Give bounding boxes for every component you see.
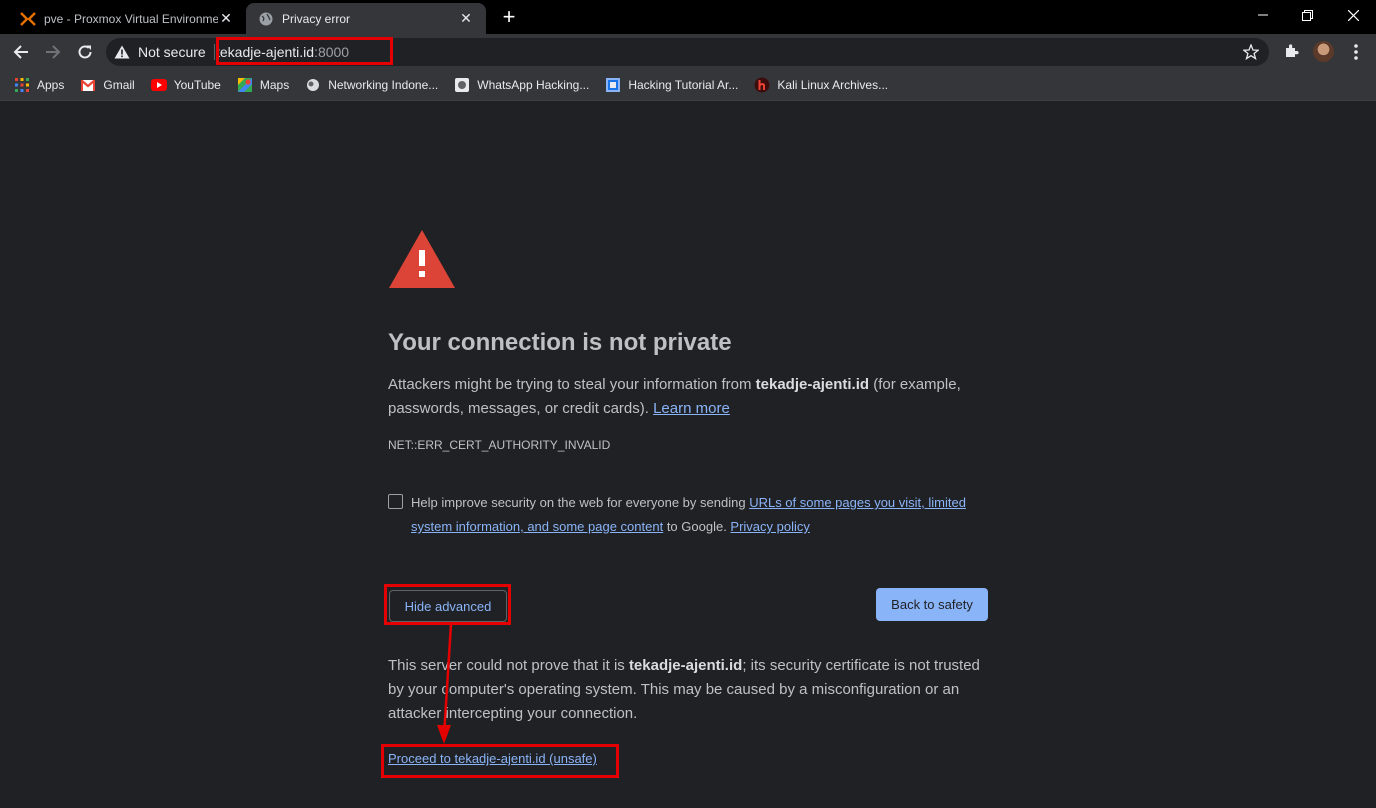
bookmark-networking[interactable]: Networking Indone... xyxy=(305,77,438,93)
bookmark-label: YouTube xyxy=(173,78,221,92)
optin-label: Help improve security on the web for eve… xyxy=(411,495,750,510)
warning-triangle-icon xyxy=(114,45,130,59)
details-text: This server could not prove that it is xyxy=(388,657,629,674)
main-message: Attackers might be trying to steal your … xyxy=(388,373,988,421)
forward-arrow-icon[interactable] xyxy=(39,38,67,66)
back-arrow-icon[interactable] xyxy=(7,38,35,66)
error-code: NET::ERR_CERT_AUTHORITY_INVALID xyxy=(388,438,611,452)
gmail-icon xyxy=(80,77,96,93)
close-tab-icon[interactable]: ✕ xyxy=(458,10,474,27)
url-annotation-box xyxy=(216,37,393,65)
bookmarks-bar: Apps Gmail YouTube Maps Networking Indon… xyxy=(0,70,1376,100)
optin-text: Help improve security on the web for eve… xyxy=(411,491,991,539)
host-name: tekadje-ajenti.id xyxy=(755,376,870,393)
tab-strip: pve - Proxmox Virtual Environme ✕ Privac… xyxy=(0,0,1376,34)
networking-icon xyxy=(305,77,321,93)
divider xyxy=(0,100,1376,101)
globe-icon xyxy=(258,11,274,27)
bookmark-kali-linux[interactable]: Kali Linux Archives... xyxy=(754,77,888,93)
restore-icon[interactable] xyxy=(1284,0,1330,30)
tab-privacy-error[interactable]: Privacy error ✕ xyxy=(246,3,486,34)
browser-toolbar: Not secure tekadje-ajenti.id:8000 xyxy=(0,34,1376,70)
bookmark-youtube[interactable]: YouTube xyxy=(150,77,221,93)
proceed-annotation-box xyxy=(381,744,619,778)
hide-advanced-annotation-box xyxy=(384,584,511,625)
whatsapp-hacking-icon xyxy=(454,77,470,93)
tab-title: Privacy error xyxy=(282,11,351,26)
back-to-safety-button[interactable]: Back to safety xyxy=(876,588,988,621)
bookmark-label: Networking Indone... xyxy=(328,78,439,92)
bookmark-maps[interactable]: Maps xyxy=(237,77,289,93)
bookmark-label: Gmail xyxy=(103,78,135,92)
privacy-policy-link[interactable]: Privacy policy xyxy=(730,519,809,534)
warning-triangle-icon xyxy=(388,230,456,294)
bookmark-apps[interactable]: Apps xyxy=(14,77,64,93)
maps-icon xyxy=(237,77,253,93)
bookmark-label: Apps xyxy=(37,78,65,92)
bookmark-label: Hacking Tutorial Ar... xyxy=(628,78,739,92)
kebab-menu-icon[interactable] xyxy=(1346,40,1366,64)
kali-icon xyxy=(754,77,770,93)
learn-more-link[interactable]: Learn more xyxy=(653,400,730,417)
bookmark-star-icon[interactable] xyxy=(1243,44,1259,60)
security-label: Not secure xyxy=(138,44,206,60)
profile-avatar[interactable] xyxy=(1313,41,1334,62)
close-tab-icon[interactable]: ✕ xyxy=(218,10,234,27)
bookmark-whatsapp-hacking[interactable]: WhatsApp Hacking... xyxy=(454,77,589,93)
minimize-icon[interactable] xyxy=(1240,0,1286,30)
page-title: Your connection is not private xyxy=(388,329,732,356)
bookmark-label: Maps xyxy=(259,78,290,92)
tab-title: pve - Proxmox Virtual Environme xyxy=(44,11,218,26)
optin-checkbox[interactable] xyxy=(388,494,403,509)
proxmox-icon xyxy=(20,11,36,27)
new-tab-button[interactable]: + xyxy=(497,6,521,30)
host-name: tekadje-ajenti.id xyxy=(628,657,743,674)
divider xyxy=(214,44,215,60)
bookmark-label: Kali Linux Archives... xyxy=(777,78,889,92)
bookmark-gmail[interactable]: Gmail xyxy=(80,77,135,93)
hacking-tutorial-icon xyxy=(605,77,621,93)
details-message: This server could not prove that it is t… xyxy=(388,654,988,726)
tab-proxmox[interactable]: pve - Proxmox Virtual Environme ✕ xyxy=(8,3,246,34)
bookmark-hacking-tutorial[interactable]: Hacking Tutorial Ar... xyxy=(605,77,738,93)
reload-icon[interactable] xyxy=(71,38,99,66)
bookmark-label: WhatsApp Hacking... xyxy=(477,78,590,92)
security-chip[interactable]: Not secure xyxy=(114,38,206,66)
close-window-icon[interactable] xyxy=(1330,0,1376,30)
extensions-puzzle-icon[interactable] xyxy=(1280,39,1304,63)
main-message-text: Attackers might be trying to steal your … xyxy=(388,376,756,393)
youtube-icon xyxy=(150,77,167,93)
optin-label: to Google. xyxy=(663,519,731,534)
apps-grid-icon xyxy=(14,77,30,93)
